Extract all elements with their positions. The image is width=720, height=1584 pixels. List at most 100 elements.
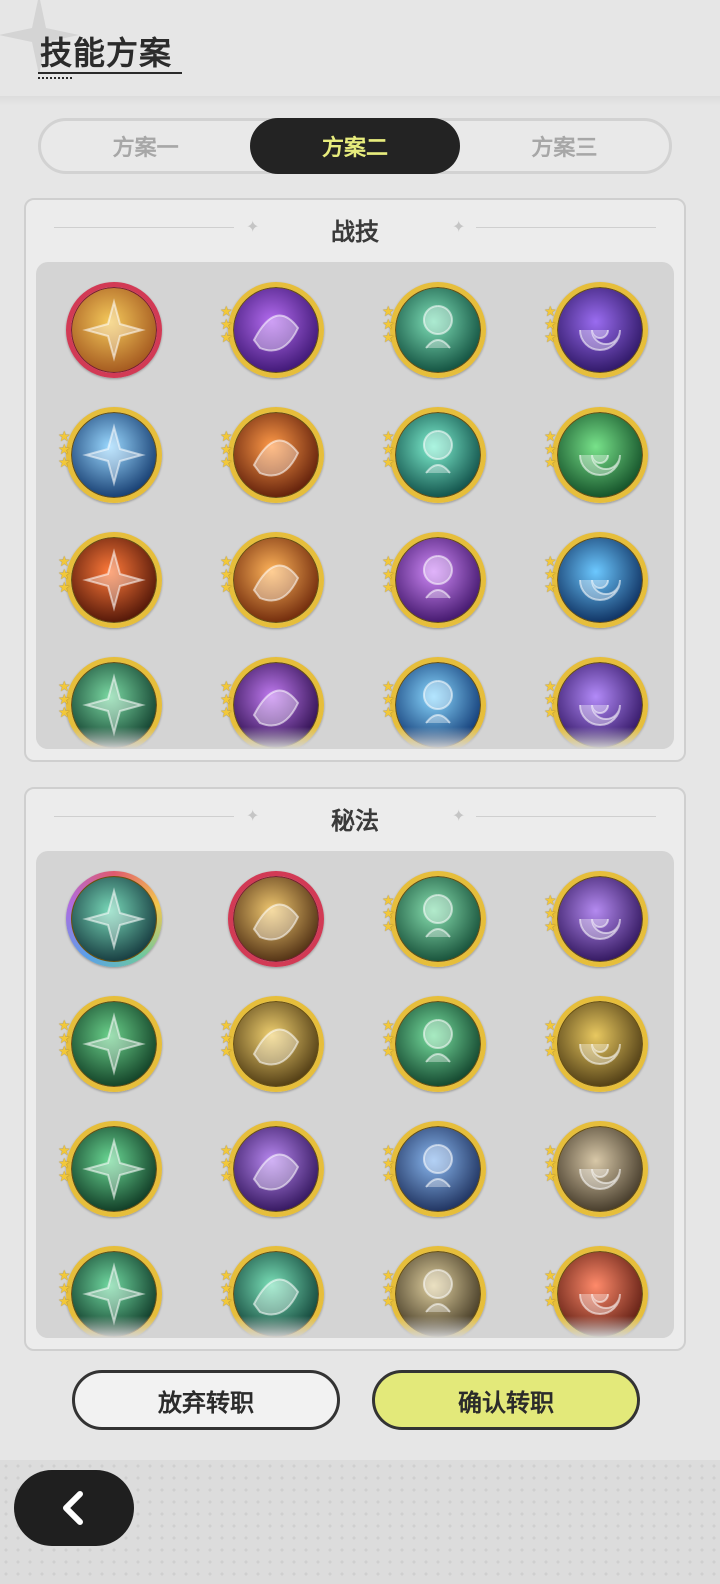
star-icon: ★ — [544, 705, 557, 721]
star-icon: ★ — [58, 705, 71, 721]
sepia-figure-icon — [558, 1127, 642, 1211]
skill-grid: ★ ★ ★ ★ ★ ★ ★ ★ ★ ★ ★ ★ ★ ★ ★ ★ ★ ★ ★ ★ ★ ★ ★ ★ ★ ★ ★ ★ ★ ★ ★ ★ ★ ★ ★ ★ ★ ★ ★ ★… — [58, 282, 650, 749]
green-heart-icon — [396, 1002, 480, 1086]
star-icon: ★ — [220, 705, 233, 721]
star-rating: ★ ★ ★ — [544, 1144, 562, 1185]
star-rating: ★ ★ ★ — [544, 555, 562, 596]
fire-phoenix-icon — [234, 538, 318, 622]
skill-slot[interactable]: ★ ★ ★ — [220, 282, 324, 378]
star-rating: ★ ★ ★ — [220, 1019, 238, 1060]
skill-slot[interactable]: ★ ★ ★ — [58, 407, 162, 503]
star-icon: ★ — [58, 1044, 71, 1060]
blue-spirit-flame-icon — [558, 538, 642, 622]
star-icon: ★ — [58, 1169, 71, 1185]
star-rating: ★ ★ ★ — [220, 555, 238, 595]
fireball-icon — [72, 538, 156, 622]
header-divider — [0, 96, 720, 106]
skill-slot[interactable] — [66, 871, 162, 967]
tab-plan-3[interactable]: 方案三 — [460, 121, 669, 171]
abandon-job-change-button[interactable]: 放弃转职 — [72, 1370, 340, 1430]
skill-slot[interactable]: ★ ★ ★ — [382, 871, 486, 967]
tab-plan-1[interactable]: 方案一 — [41, 121, 250, 171]
panel-header: ✦ 战技 ✦ — [26, 200, 684, 256]
skill-slot[interactable]: ★ ★ ★ — [220, 532, 324, 628]
star-icon: ★ — [220, 1044, 233, 1060]
skill-grid-scroll[interactable]: ★ ★ ★ ★ ★ ★ ★ ★ ★ ★ ★ ★ ★ ★ ★ ★ ★ ★ ★ ★ ★ ★ ★ ★ ★ ★ ★ ★ ★ ★ ★ ★ ★ ★ ★ ★ ★ ★ ★ ★… — [36, 851, 674, 1338]
green-aura-figure-icon — [396, 288, 480, 372]
skill-slot[interactable] — [228, 871, 324, 967]
skill-slot[interactable]: ★ ★ ★ — [58, 532, 162, 628]
star-rating: ★ ★ ★ — [58, 555, 76, 596]
page-title: 技能方案 — [40, 34, 173, 72]
skill-slot[interactable]: ★ ★ ★ — [58, 1121, 162, 1217]
back-button[interactable] — [14, 1470, 134, 1546]
skill-slot[interactable]: ★ ★ ★ — [220, 996, 324, 1092]
sparkle-icon: ✦ — [452, 217, 466, 236]
star-icon: ★ — [382, 330, 395, 346]
skill-slot[interactable]: ★ ★ ★ — [544, 996, 648, 1092]
star-icon: ★ — [382, 919, 395, 935]
skill-slot[interactable]: ★ ★ ★ — [382, 282, 486, 378]
star-icon: ★ — [220, 1169, 233, 1185]
section-title: 秘法 — [331, 807, 379, 835]
spirit-figure-icon — [72, 877, 156, 961]
star-icon: ★ — [382, 1044, 395, 1060]
star-rating: ★ ★ ★ — [220, 1144, 238, 1185]
blue-crystal-armor-icon — [396, 1127, 480, 1211]
skill-grid-scroll[interactable]: ★ ★ ★ ★ ★ ★ ★ ★ ★ ★ ★ ★ ★ ★ ★ ★ ★ ★ ★ ★ ★ ★ ★ ★ ★ ★ ★ ★ ★ ★ ★ ★ ★ ★ ★ ★ ★ ★ ★ ★… — [36, 262, 674, 749]
chevron-left-icon — [63, 1491, 83, 1525]
combat-skills-panel: ✦ 战技 ✦ ★ ★ ★ ★ ★ ★ ★ ★ ★ ★ ★ ★ ★ ★ ★ ★ ★ ★ ★ ★ ★ ★ ★ ★ ★ ★ ★ ★ ★ ★ ★ ★ ★… — [24, 198, 686, 762]
title-dots — [38, 77, 72, 79]
star-icon: ★ — [544, 1169, 557, 1185]
star-icon: ★ — [58, 580, 71, 596]
star-rating: ★ ★ ★ — [58, 430, 76, 470]
star-icon: ★ — [382, 1169, 395, 1185]
ice-burst-icon — [72, 413, 156, 497]
star-rating: ★ ★ ★ — [544, 430, 562, 471]
star-icon: ★ — [544, 455, 557, 471]
star-icon: ★ — [544, 1294, 557, 1310]
tab-plan-2[interactable]: 方案二 — [250, 118, 460, 174]
star-icon: ★ — [544, 919, 557, 935]
skill-slot[interactable]: ★ ★ ★ — [220, 407, 324, 503]
star-rating: ★ ★ ★ — [382, 1019, 400, 1060]
confirm-job-change-button[interactable]: 确认转职 — [372, 1370, 640, 1430]
winged-emblem-icon — [72, 1002, 156, 1086]
star-rating: ★ ★ ★ — [58, 1269, 76, 1309]
star-rating: ★ ★ ★ — [382, 894, 400, 935]
star-icon: ★ — [220, 1294, 233, 1310]
green-healing-cross-icon — [558, 413, 642, 497]
skill-slot[interactable]: ★ ★ ★ — [544, 871, 648, 967]
skill-slot[interactable]: ★ ★ ★ — [58, 996, 162, 1092]
golden-figure-icon — [234, 877, 318, 961]
skill-slot[interactable]: ★ ★ ★ — [544, 407, 648, 503]
skill-slot[interactable]: ★ ★ ★ — [544, 532, 648, 628]
star-rating: ★ ★ ★ — [382, 305, 400, 346]
title-underline — [38, 72, 182, 74]
skill-slot[interactable]: ★ ★ ★ — [382, 996, 486, 1092]
star-rating: ★ ★ ★ — [58, 1144, 76, 1185]
skill-slot[interactable]: ★ ★ ★ — [544, 282, 648, 378]
star-icon: ★ — [220, 330, 233, 346]
header-line — [476, 227, 656, 228]
green-sparkle-icon — [72, 1127, 156, 1211]
skill-slot[interactable]: ★ ★ ★ — [382, 532, 486, 628]
teal-whirlpool-icon — [396, 413, 480, 497]
star-icon: ★ — [382, 705, 395, 721]
star-rating: ★ ★ ★ — [544, 1269, 562, 1310]
star-icon: ★ — [544, 580, 557, 596]
skill-slot[interactable]: ★ ★ ★ — [382, 1121, 486, 1217]
star-icon: ★ — [382, 1294, 395, 1310]
golem-guard-icon — [72, 288, 156, 372]
skill-slot[interactable]: ★ ★ ★ — [544, 1121, 648, 1217]
violet-spark-icon — [234, 288, 318, 372]
star-icon: ★ — [544, 330, 557, 346]
skill-slot[interactable] — [66, 282, 162, 378]
star-rating: ★ ★ ★ — [382, 1269, 400, 1310]
plan-tabs: 方案一 方案二 方案三 — [38, 118, 672, 174]
golden-upward-beam-icon — [234, 1002, 318, 1086]
violet-shard-burst-icon — [396, 538, 480, 622]
skill-slot[interactable]: ★ ★ ★ — [220, 1121, 324, 1217]
skill-slot[interactable]: ★ ★ ★ — [382, 407, 486, 503]
star-rating: ★ ★ ★ — [544, 305, 562, 346]
